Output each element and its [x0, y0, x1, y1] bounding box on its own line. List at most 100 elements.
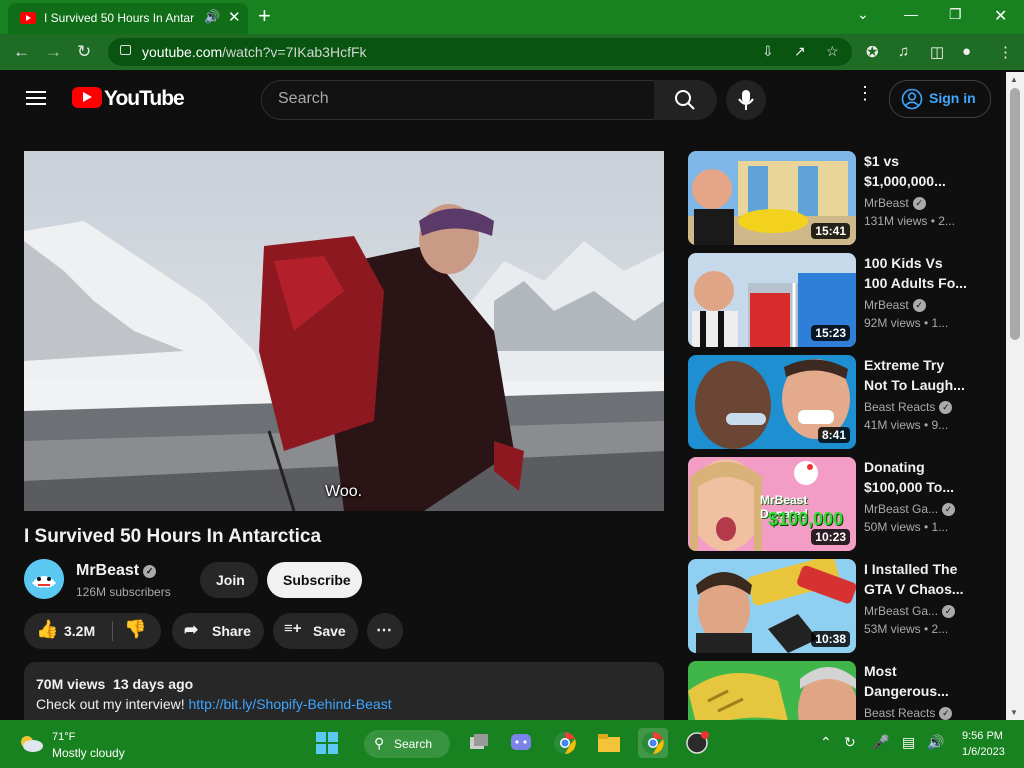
clock-date[interactable]: 1/6/2023 [962, 746, 1005, 758]
verified-check-icon: ✓ [942, 605, 956, 618]
scroll-thumb[interactable] [1010, 88, 1020, 340]
cloudy-weather-icon[interactable] [18, 734, 44, 752]
share-page-icon[interactable]: ↗ [794, 43, 806, 60]
restore-icon[interactable]: ❐ [949, 6, 962, 23]
media-control-icon[interactable]: ♫ [898, 43, 909, 60]
sign-in-button[interactable]: Sign in [889, 80, 991, 118]
recommendation-item[interactable]: MrBeast Donated $100,000 10:23 Donating … [688, 457, 998, 553]
search-button[interactable] [654, 80, 717, 120]
show-hidden-icons-chevron-icon[interactable]: ⌃ [820, 734, 832, 751]
scroll-up-icon[interactable]: ▲ [1010, 75, 1018, 84]
recommendation-item[interactable]: 10:38 I Installed The GTA V Chaos... MrB… [688, 559, 998, 655]
bookmark-star-icon[interactable]: ☆ [826, 43, 839, 60]
verified-check-icon: ✓ [912, 197, 926, 210]
join-button[interactable]: Join [200, 562, 258, 598]
more-options-icon[interactable]: ⋮ [856, 84, 874, 102]
recommendation-item[interactable]: Most Dangerous... Beast Reacts ✓ [688, 661, 998, 720]
recommendation-item[interactable]: 15:41 $1 vs $1,000,000... MrBeast ✓ 131M … [688, 151, 998, 247]
tab-close-icon[interactable]: ✕ [228, 8, 241, 26]
search-placeholder: Search [278, 90, 329, 107]
more-actions-button[interactable]: ⋯ [367, 613, 403, 649]
browser-tab[interactable]: I Survived 50 Hours In Antarc 🔊 ✕ [8, 3, 248, 34]
mrbeast-logo-icon [24, 559, 64, 599]
extensions-puzzle-icon[interactable]: ✪ [866, 43, 879, 61]
back-arrow-icon[interactable]: ← [13, 42, 30, 62]
hamburger-menu-icon[interactable] [26, 91, 46, 105]
forward-arrow-icon[interactable]: → [45, 42, 62, 62]
address-bar[interactable]: youtube.com/watch?v=7IKab3HcfFk ⇩ ↗ ☆ [108, 38, 852, 66]
weather-condition[interactable]: Mostly cloudy [52, 746, 125, 760]
search-icon: ⚲ [374, 735, 385, 751]
video-thumbnail[interactable]: 15:23 [688, 253, 856, 347]
verified-check-icon: ✓ [942, 503, 956, 516]
youtube-header: YouTube Search ⋮ Sign in [0, 70, 1006, 128]
page-scrollbar[interactable]: ▲ ▼ [1006, 72, 1024, 720]
verified-check-icon: ✓ [143, 565, 157, 578]
chrome-active-icon[interactable] [638, 728, 668, 758]
network-icon[interactable]: ▤ [902, 734, 915, 751]
task-view-icon[interactable] [464, 728, 494, 758]
profile-icon[interactable]: ● [962, 43, 971, 60]
video-thumbnail[interactable]: 15:41 [688, 151, 856, 245]
lock-icon [120, 45, 131, 55]
youtube-wordmark[interactable]: YouTube [104, 87, 185, 111]
reload-icon[interactable]: ↻ [77, 42, 91, 62]
windows-taskbar: 71°F Mostly cloudy ⚲ Search ⌃ ↻ 🎤 ▤ 🔊 9:… [0, 720, 1024, 768]
microphone-icon [738, 90, 754, 110]
url-text[interactable]: youtube.com/watch?v=7IKab3HcfFk [142, 44, 367, 60]
browser-toolbar: ← → ↻ youtube.com/watch?v=7IKab3HcfFk ⇩ … [0, 34, 1024, 70]
obs-recorder-icon[interactable] [682, 728, 712, 758]
tab-search-chevron-icon[interactable]: ⌄ [857, 6, 869, 23]
minimize-icon[interactable]: — [904, 6, 918, 22]
thumbs-up-icon[interactable]: 👍 [36, 619, 58, 640]
video-title: I Survived 50 Hours In Antarctica [24, 526, 322, 547]
search-input[interactable]: Search [261, 80, 655, 120]
view-date-meta: 70M views 13 days ago [36, 676, 194, 692]
video-thumbnail[interactable] [688, 661, 856, 720]
subscriber-count: 126M subscribers [76, 585, 171, 599]
like-count[interactable]: 3.2M [64, 623, 95, 639]
volume-icon[interactable]: 🔊 [927, 734, 944, 751]
subscribe-button[interactable]: Subscribe [267, 562, 362, 598]
microphone-icon[interactable]: 🎤 [872, 734, 889, 751]
youtube-logo-icon[interactable] [72, 87, 102, 108]
description-link[interactable]: http://bit.ly/Shopify-Behind-Beast [189, 696, 392, 712]
browser-menu-icon[interactable]: ⋮ [998, 43, 1013, 61]
file-explorer-icon[interactable] [594, 728, 624, 758]
like-dislike-group: 👍 3.2M 👎 [24, 613, 161, 649]
playlist-add-icon: ≡+ [284, 620, 302, 637]
speaker-icon[interactable]: 🔊 [204, 9, 220, 25]
description-text: Check out my interview! http://bit.ly/Sh… [36, 696, 392, 712]
teams-chat-icon[interactable] [506, 728, 536, 758]
side-panel-icon[interactable]: ◫ [930, 43, 944, 61]
new-tab-icon[interactable]: + [258, 3, 271, 29]
recommendation-item[interactable]: 15:23 100 Kids Vs 100 Adults Fo... MrBea… [688, 253, 998, 349]
video-thumbnail[interactable]: 10:38 [688, 559, 856, 653]
save-button[interactable]: ≡+ Save [273, 613, 358, 649]
more-horizontal-icon: ⋯ [376, 622, 392, 639]
account-circle-icon [901, 88, 923, 110]
weather-temperature[interactable]: 71°F [52, 731, 75, 743]
video-thumbnail[interactable]: 8:41 [688, 355, 856, 449]
voice-search-button[interactable] [726, 80, 766, 120]
verified-check-icon: ✓ [912, 299, 926, 312]
video-player[interactable]: Woo. [24, 151, 664, 511]
share-button[interactable]: ➦ Share [172, 613, 264, 649]
youtube-favicon-icon [20, 12, 36, 24]
clock-time[interactable]: 9:56 PM [962, 730, 1003, 742]
recommendation-item[interactable]: 8:41 Extreme Try Not To Laugh... Beast R… [688, 355, 998, 451]
taskbar-search-button[interactable]: ⚲ Search [364, 730, 450, 758]
close-window-icon[interactable]: ✕ [994, 6, 1007, 26]
verified-check-icon: ✓ [939, 707, 953, 720]
chrome-icon[interactable] [550, 728, 580, 758]
scroll-down-icon[interactable]: ▼ [1010, 708, 1018, 717]
channel-avatar[interactable] [24, 559, 64, 599]
install-app-icon[interactable]: ⇩ [762, 43, 774, 60]
thumbs-down-icon[interactable]: 👎 [124, 619, 146, 640]
windows-start-icon[interactable] [312, 728, 342, 758]
verified-check-icon: ✓ [939, 401, 953, 414]
channel-name[interactable]: MrBeast ✓ [76, 562, 157, 580]
sync-icon[interactable]: ↻ [844, 734, 856, 751]
tab-title: I Survived 50 Hours In Antarc [44, 11, 194, 25]
video-thumbnail[interactable]: MrBeast Donated $100,000 10:23 [688, 457, 856, 551]
